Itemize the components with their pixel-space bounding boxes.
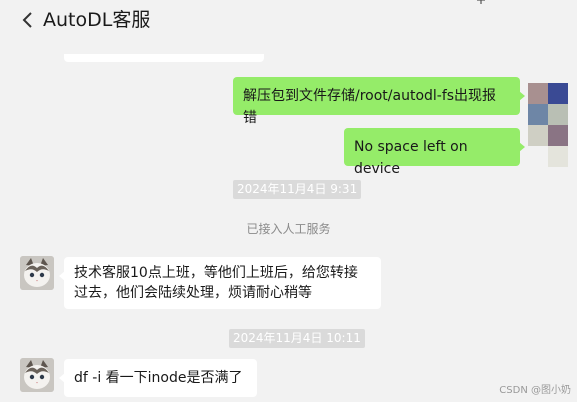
maximize-icon[interactable] bbox=[541, 0, 553, 6]
agent-avatar[interactable] bbox=[20, 358, 54, 392]
message-text: df -i 看一下inode是否满了 bbox=[74, 370, 243, 386]
chevron-left-icon[interactable] bbox=[20, 11, 36, 29]
timestamp: 2024年11月4日 10:11 bbox=[229, 329, 365, 348]
agent-message-bubble[interactable]: df -i 看一下inode是否满了 bbox=[59, 359, 257, 397]
user-message-bubble[interactable]: 解压包到文件存储/root/autodl-fs出现报错 bbox=[233, 77, 525, 126]
agent-message-bubble[interactable]: 技术客服10点上班，等他们上班后，给您转接过去，他们会陆续处理，烦请耐心稍等 bbox=[59, 257, 381, 309]
system-notice: 已接入人工服务 bbox=[246, 222, 331, 236]
cat-avatar-image bbox=[20, 358, 54, 392]
chat-title: AutoDL客服 bbox=[43, 9, 151, 31]
chat-header: AutoDL客服 bbox=[0, 0, 577, 40]
watermark: CSDN @图小奶 bbox=[499, 385, 571, 396]
user-message-bubble[interactable]: No space left on device bbox=[344, 128, 525, 177]
message-text: 解压包到文件存储/root/autodl-fs出现报错 bbox=[243, 88, 497, 126]
user-avatar[interactable] bbox=[528, 62, 568, 168]
timestamp: 2024年11月4日 9:31 bbox=[233, 180, 362, 199]
message-text: No space left on device bbox=[354, 139, 468, 177]
message-text: 技术客服10点上班，等他们上班后，给您转接过去，他们会陆续处理，烦请耐心稍等 bbox=[74, 265, 358, 301]
cat-avatar-image bbox=[20, 256, 54, 290]
previous-message-bubble bbox=[64, 54, 264, 62]
pin-icon[interactable] bbox=[475, 0, 487, 6]
minimize-icon[interactable] bbox=[510, 0, 522, 6]
agent-avatar[interactable] bbox=[20, 256, 54, 290]
message-list[interactable]: 解压包到文件存储/root/autodl-fs出现报错 No space lef… bbox=[0, 40, 577, 402]
